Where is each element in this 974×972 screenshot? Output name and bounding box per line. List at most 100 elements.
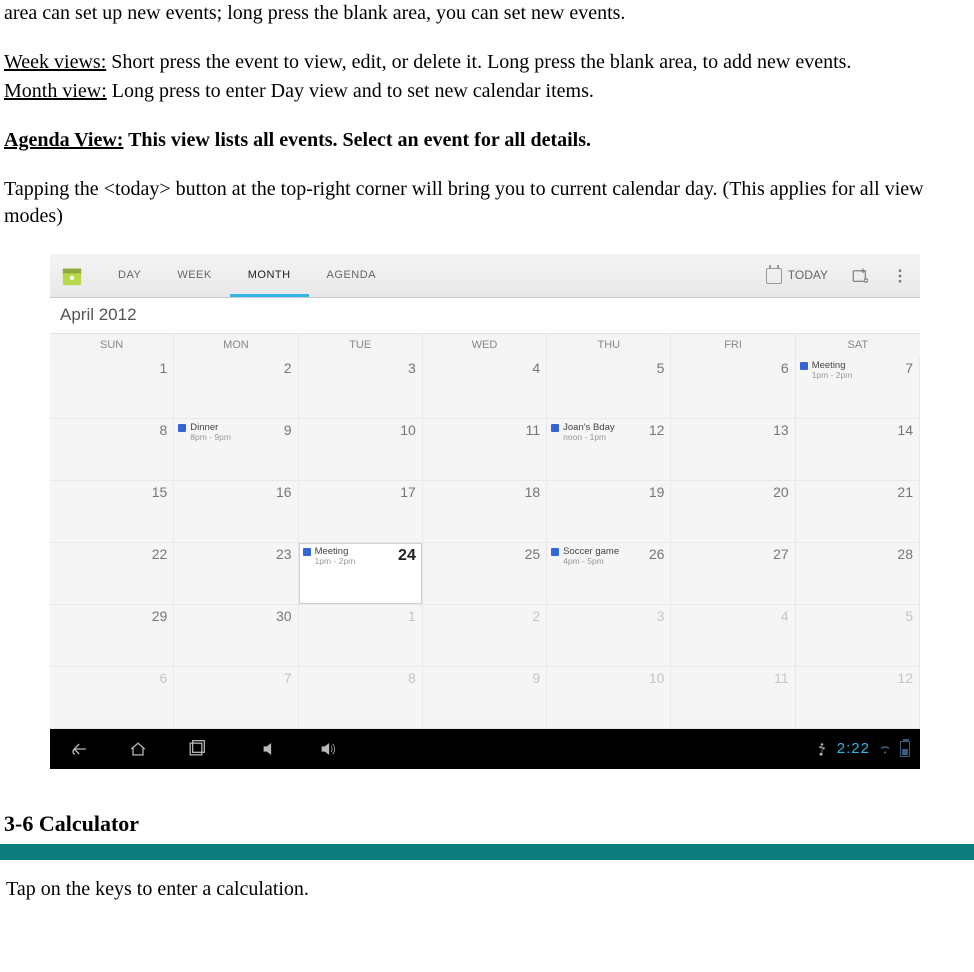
calendar-day-cell[interactable]: 3 xyxy=(299,357,423,419)
calendar-day-cell[interactable]: 16 xyxy=(174,481,298,543)
day-number: 22 xyxy=(152,545,168,564)
calendar-event[interactable]: Meeting1pm - 2pm xyxy=(800,361,893,381)
tab-month[interactable]: MONTH xyxy=(230,254,309,297)
paragraph-today-tip: Tapping the <today> button at the top-ri… xyxy=(4,176,970,230)
day-number: 29 xyxy=(152,607,168,626)
label-month-view: Month view: xyxy=(4,80,107,102)
calendar-day-cell[interactable]: 4 xyxy=(423,357,547,419)
day-number: 27 xyxy=(773,545,789,564)
calendar-event[interactable]: Meeting1pm - 2pm xyxy=(303,547,396,567)
calendar-app-icon[interactable] xyxy=(50,254,94,298)
calendar-grid: 1234567Meeting1pm - 2pm89Dinner8pm - 9pm… xyxy=(50,357,920,729)
calendar-day-cell[interactable]: 28 xyxy=(796,543,920,605)
day-number: 3 xyxy=(408,359,416,378)
calendar-day-cell[interactable]: 9 xyxy=(423,667,547,729)
nav-home-icon[interactable] xyxy=(118,729,158,769)
today-icon xyxy=(766,268,782,284)
android-system-bar: 2:22 xyxy=(50,729,920,769)
wifi-icon xyxy=(878,742,892,756)
dow-sun: SUN xyxy=(50,334,174,357)
tab-day[interactable]: DAY xyxy=(100,254,159,297)
dow-thu: THU xyxy=(547,334,671,357)
day-number: 14 xyxy=(897,421,913,440)
calendar-day-cell[interactable]: 8 xyxy=(299,667,423,729)
calendar-day-cell[interactable]: 9 Dinner8pm - 9pm xyxy=(174,419,298,481)
label-agenda-view: Agenda View: xyxy=(4,129,123,151)
today-button[interactable]: TODAY xyxy=(754,254,840,297)
day-number: 25 xyxy=(525,545,541,564)
calendar-day-cell[interactable]: 30 xyxy=(174,605,298,667)
day-number: 12 xyxy=(897,669,913,688)
calendar-day-cell[interactable]: 5 xyxy=(547,357,671,419)
nav-recent-icon[interactable] xyxy=(176,729,216,769)
calendar-day-cell[interactable]: 18 xyxy=(423,481,547,543)
calendar-day-cell[interactable]: 6 xyxy=(671,357,795,419)
calendar-day-cell[interactable]: 12 Joan's Bdaynoon - 1pm xyxy=(547,419,671,481)
day-number: 4 xyxy=(781,607,789,626)
nav-back-icon[interactable] xyxy=(60,729,100,769)
calendar-day-cell[interactable]: 21 xyxy=(796,481,920,543)
day-number: 12 xyxy=(649,421,665,440)
day-number: 19 xyxy=(649,483,665,502)
text-agenda-view: This view lists all events. Select an ev… xyxy=(123,129,591,151)
battery-icon xyxy=(900,741,910,757)
new-event-icon[interactable] xyxy=(840,254,880,298)
calendar-day-cell[interactable]: 11 xyxy=(423,419,547,481)
calendar-dow-row: SUN MON TUE WED THU FRI SAT xyxy=(50,334,920,357)
calendar-day-cell[interactable]: 7Meeting1pm - 2pm xyxy=(796,357,920,419)
calendar-day-cell[interactable]: 8 xyxy=(50,419,174,481)
tab-agenda[interactable]: AGENDA xyxy=(309,254,394,297)
calendar-day-cell[interactable]: 10 xyxy=(547,667,671,729)
dow-mon: MON xyxy=(174,334,298,357)
day-number: 23 xyxy=(276,545,292,564)
calendar-day-cell[interactable]: 20 xyxy=(671,481,795,543)
volume-up-icon[interactable] xyxy=(314,729,342,769)
calendar-day-cell[interactable]: 10 xyxy=(299,419,423,481)
calendar-day-cell[interactable]: 4 xyxy=(671,605,795,667)
calendar-day-cell[interactable]: 1 xyxy=(299,605,423,667)
calendar-day-cell[interactable]: 22 xyxy=(50,543,174,605)
calendar-day-cell[interactable]: 3 xyxy=(547,605,671,667)
day-number: 26 xyxy=(649,545,665,564)
day-number: 2 xyxy=(284,359,292,378)
calendar-day-cell[interactable]: 19 xyxy=(547,481,671,543)
calendar-day-cell[interactable]: 7 xyxy=(174,667,298,729)
calendar-day-cell[interactable]: 24Meeting1pm - 2pm xyxy=(299,543,423,605)
event-color-dot xyxy=(551,548,559,556)
calendar-day-cell[interactable]: 29 xyxy=(50,605,174,667)
calendar-day-cell[interactable]: 1 xyxy=(50,357,174,419)
calendar-day-cell[interactable]: 2 xyxy=(174,357,298,419)
calendar-day-cell[interactable]: 5 xyxy=(796,605,920,667)
paragraph-week-views: Week views: Short press the event to vie… xyxy=(4,49,970,76)
calendar-event[interactable]: Joan's Bdaynoon - 1pm xyxy=(551,423,644,443)
day-number: 16 xyxy=(276,483,292,502)
calendar-day-cell[interactable]: 13 xyxy=(671,419,795,481)
event-time: 8pm - 9pm xyxy=(190,433,231,442)
day-number: 28 xyxy=(897,545,913,564)
calendar-day-cell[interactable]: 11 xyxy=(671,667,795,729)
calendar-day-cell[interactable]: 6 xyxy=(50,667,174,729)
paragraph-agenda-view: Agenda View: This view lists all events.… xyxy=(4,127,970,154)
day-number: 20 xyxy=(773,483,789,502)
day-number: 7 xyxy=(284,669,292,688)
calendar-day-cell[interactable]: 26 Soccer game4pm - 5pm xyxy=(547,543,671,605)
overflow-menu-icon[interactable] xyxy=(880,254,920,298)
dow-sat: SAT xyxy=(796,334,920,357)
calendar-event[interactable]: Dinner8pm - 9pm xyxy=(178,423,271,443)
volume-down-icon[interactable] xyxy=(256,729,284,769)
calendar-day-cell[interactable]: 25 xyxy=(423,543,547,605)
day-number: 15 xyxy=(152,483,168,502)
calendar-day-cell[interactable]: 23 xyxy=(174,543,298,605)
dow-fri: FRI xyxy=(671,334,795,357)
calendar-event[interactable]: Soccer game4pm - 5pm xyxy=(551,547,644,567)
calendar-day-cell[interactable]: 14 xyxy=(796,419,920,481)
calendar-day-cell[interactable]: 12 xyxy=(796,667,920,729)
calendar-day-cell[interactable]: 27 xyxy=(671,543,795,605)
calendar-day-cell[interactable]: 17 xyxy=(299,481,423,543)
day-number: 9 xyxy=(284,421,292,440)
calendar-day-cell[interactable]: 2 xyxy=(423,605,547,667)
tab-week[interactable]: WEEK xyxy=(159,254,229,297)
calendar-day-cell[interactable]: 15 xyxy=(50,481,174,543)
day-number: 3 xyxy=(657,607,665,626)
day-number: 21 xyxy=(897,483,913,502)
